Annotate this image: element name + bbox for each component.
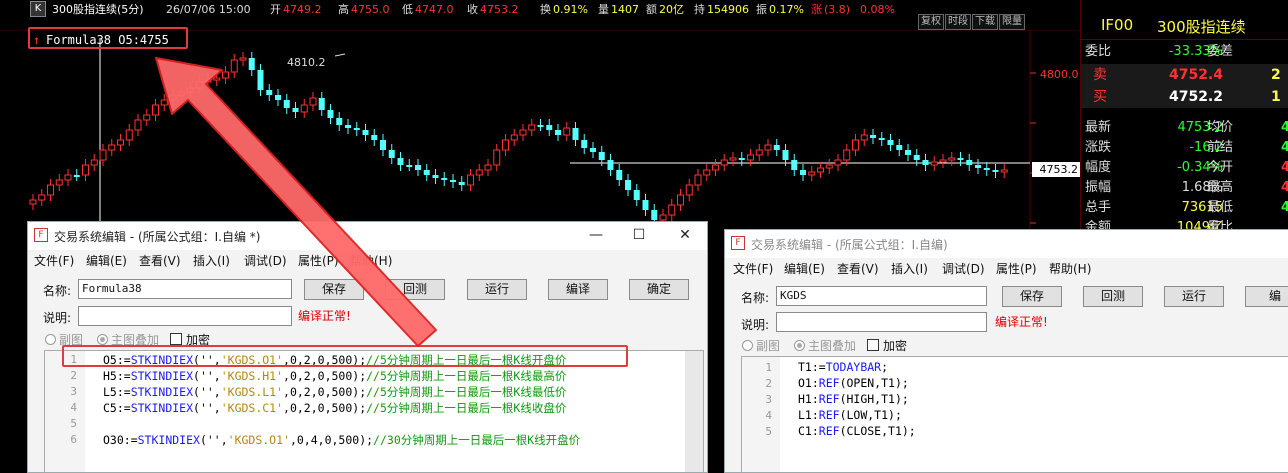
- annotation-arrow: [155, 57, 437, 347]
